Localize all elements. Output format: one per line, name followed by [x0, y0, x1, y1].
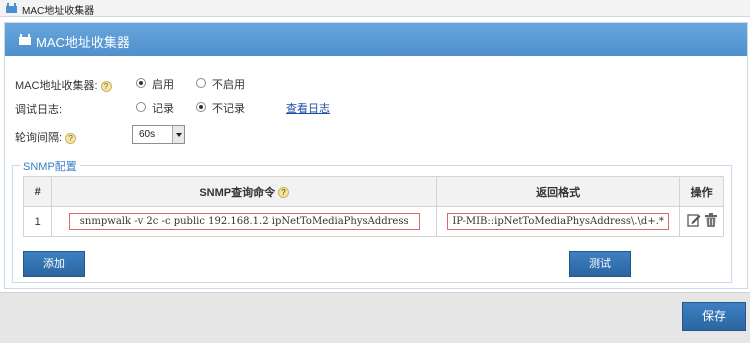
table-row: 1 snmpwalk -v 2c -c public 192.168.1.2 i…: [22, 206, 724, 237]
window-title: MAC地址收集器: [22, 6, 95, 17]
actions-cell: [679, 206, 724, 237]
debug-log-label: 调试日志:: [15, 104, 63, 116]
collector-enable-label: 启用: [152, 79, 174, 91]
chevron-down-icon[interactable]: [172, 126, 184, 143]
test-button[interactable]: 测试: [569, 251, 631, 277]
poll-interval-label: 轮询间隔:?: [15, 129, 77, 145]
collector-label-text: MAC地址收集器:: [15, 80, 98, 92]
collector-label: MAC地址收集器:?: [15, 77, 112, 93]
app-icon: [19, 34, 31, 45]
add-button[interactable]: 添加: [23, 251, 85, 277]
table-header-row: # SNMP查询命令? 返回格式 操作: [22, 176, 724, 207]
format-cell: IP-MIB::ipNetToMediaPhysAddress\.\d+.*: [435, 206, 681, 237]
footer-bar: [0, 292, 750, 343]
panel-title: MAC地址收集器: [36, 35, 130, 50]
window-titlebar: MAC地址收集器: [0, 0, 750, 17]
debug-log-record-label: 记录: [152, 103, 174, 115]
debug-log-record-radio[interactable]: [136, 102, 146, 112]
app-icon: [6, 3, 17, 13]
col-format: 返回格式: [435, 176, 681, 207]
help-icon[interactable]: ?: [65, 132, 77, 144]
collector-disable-label: 不启用: [212, 79, 245, 91]
col-actions: 操作: [679, 176, 724, 207]
row-index: 1: [22, 206, 53, 237]
command-input[interactable]: snmpwalk -v 2c -c public 192.168.1.2 ipN…: [68, 213, 420, 230]
poll-interval-label-text: 轮询间隔:: [15, 132, 63, 144]
debug-log-norecord-label: 不记录: [212, 103, 245, 115]
collector-disable-radio[interactable]: [196, 78, 206, 88]
debug-log-norecord-radio[interactable]: [196, 102, 206, 112]
poll-interval-select[interactable]: 60s: [132, 125, 185, 144]
snmp-legend: SNMP配置: [20, 158, 80, 174]
format-input[interactable]: IP-MIB::ipNetToMediaPhysAddress\.\d+.*: [447, 213, 669, 230]
panel-header: MAC地址收集器: [5, 23, 747, 56]
trash-icon[interactable]: [704, 213, 717, 227]
poll-interval-value: 60s: [139, 129, 156, 140]
help-icon[interactable]: ?: [278, 187, 290, 199]
col-command: SNMP查询命令?: [51, 176, 437, 207]
help-icon[interactable]: ?: [100, 80, 112, 92]
save-button[interactable]: 保存: [682, 302, 746, 331]
col-index: #: [22, 176, 53, 207]
snmp-table: # SNMP查询命令? 返回格式 操作 1 snmpwalk -v 2c -c …: [22, 176, 724, 237]
view-log-link[interactable]: 查看日志: [286, 100, 330, 116]
collector-enable-radio[interactable]: [136, 78, 146, 88]
command-cell: snmpwalk -v 2c -c public 192.168.1.2 ipN…: [51, 206, 437, 237]
edit-icon[interactable]: [686, 213, 701, 227]
col-command-text: SNMP查询命令: [199, 186, 276, 199]
